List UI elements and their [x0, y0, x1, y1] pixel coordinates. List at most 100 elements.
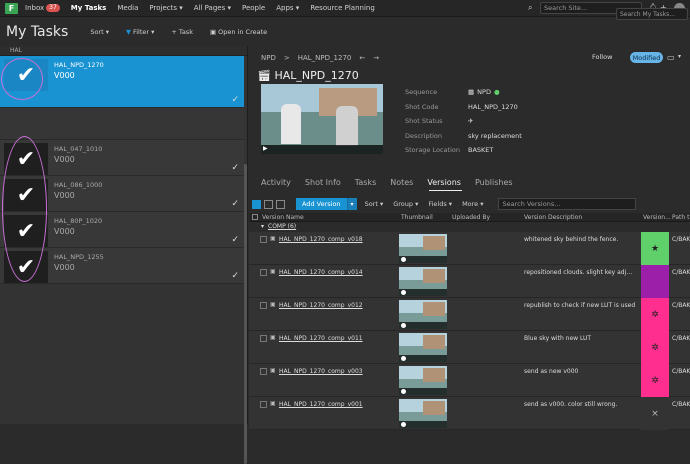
- nav-inbox-label: Inbox: [25, 4, 45, 12]
- versions-more-button[interactable]: More ▾: [462, 200, 483, 208]
- search-icon[interactable]: ⌕: [528, 3, 532, 13]
- col-version-name[interactable]: Version Name: [262, 214, 304, 221]
- col-version-description[interactable]: Version Description: [524, 214, 582, 221]
- nav-resource-planning[interactable]: Resource Planning: [310, 4, 374, 12]
- versions-search-input[interactable]: Search Versions...: [497, 198, 636, 210]
- col-thumbnail[interactable]: Thumbnail: [401, 214, 433, 221]
- col-uploaded-by[interactable]: Uploaded By: [452, 214, 490, 221]
- add-task-button[interactable]: + Task: [171, 28, 193, 36]
- nav-people[interactable]: People: [242, 4, 265, 12]
- play-icon[interactable]: [401, 257, 406, 262]
- breadcrumb-sequence[interactable]: NPD: [261, 54, 276, 62]
- version-thumbnail[interactable]: [399, 366, 447, 395]
- select-all-checkbox[interactable]: [252, 214, 258, 220]
- version-status-cell[interactable]: ×: [641, 397, 669, 430]
- version-thumbnail[interactable]: [399, 300, 447, 329]
- version-status-cell[interactable]: ✲: [641, 298, 669, 331]
- versions-sort-button[interactable]: Sort ▾: [365, 200, 384, 208]
- add-version-menu-icon[interactable]: ▾: [346, 198, 357, 210]
- open-in-create-button[interactable]: ▣ Open in Create: [210, 28, 267, 36]
- task-list-scrollbar[interactable]: [244, 164, 247, 464]
- nav-inbox[interactable]: Inbox 37: [25, 4, 60, 12]
- version-row[interactable]: ▣ HAL_NPD_1270_comp_v012 republish to chec…: [249, 298, 690, 331]
- task-group-header[interactable]: HAL: [0, 46, 247, 56]
- version-thumbnail[interactable]: [399, 234, 447, 263]
- follow-button[interactable]: Follow: [592, 53, 612, 61]
- version-row[interactable]: ▣ HAL_NPD_1270_comp_v011 Blue sky with new…: [249, 331, 690, 364]
- tab-tasks[interactable]: Tasks: [355, 178, 376, 187]
- field-row: Shot Code HAL_NPD_1270: [405, 100, 522, 115]
- sort-button[interactable]: Sort ▾: [90, 28, 109, 36]
- thumbnail-view-icon[interactable]: [276, 199, 285, 209]
- version-name-link[interactable]: HAL_NPD_1270_comp_v014: [279, 269, 363, 276]
- version-thumbnail[interactable]: [399, 333, 447, 362]
- nav-projects[interactable]: Projects ▾: [149, 4, 182, 12]
- tab-publishes[interactable]: Publishes: [475, 178, 513, 187]
- row-checkbox[interactable]: [260, 302, 267, 309]
- field-value[interactable]: ▦ NPD ●: [468, 88, 500, 96]
- versions-fields-button[interactable]: Fields ▾: [428, 200, 452, 208]
- row-checkbox[interactable]: [260, 368, 267, 375]
- page-icon[interactable]: ▭: [667, 53, 675, 62]
- version-name-link[interactable]: HAL_NPD_1270_comp_v018: [279, 236, 363, 243]
- play-icon[interactable]: [401, 389, 406, 394]
- tab-activity[interactable]: Activity: [261, 178, 291, 187]
- tab-versions[interactable]: Versions: [427, 178, 461, 187]
- grid-view-icon[interactable]: [252, 199, 261, 209]
- site-search-placeholder: Search Site...: [544, 4, 588, 12]
- version-name-link[interactable]: HAL_NPD_1270_comp_v003: [279, 368, 363, 375]
- field-value[interactable]: BASKET: [468, 146, 493, 154]
- row-checkbox[interactable]: [260, 401, 267, 408]
- nav-media[interactable]: Media: [117, 4, 138, 12]
- version-row[interactable]: ▣ HAL_NPD_1270_comp_v001 send as v000. col…: [249, 397, 690, 430]
- field-value[interactable]: HAL_NPD_1270: [468, 103, 518, 111]
- field-value[interactable]: sky replacement: [468, 132, 522, 140]
- row-checkbox[interactable]: [260, 269, 267, 276]
- my-tasks-search-input[interactable]: Search My Tasks...: [616, 8, 688, 20]
- add-version-button[interactable]: Add Version: [296, 198, 347, 210]
- nav-my-tasks[interactable]: My Tasks: [71, 4, 107, 12]
- play-icon[interactable]: [401, 422, 406, 427]
- version-row[interactable]: ▣ HAL_NPD_1270_comp_v014 repositioned clou…: [249, 265, 690, 298]
- version-row[interactable]: ▣ HAL_NPD_1270_comp_v003 send as new v000 ✲…: [249, 364, 690, 397]
- list-view-icon[interactable]: [264, 199, 273, 209]
- nav-apps[interactable]: Apps ▾: [276, 4, 299, 12]
- status-icon: ✈: [468, 117, 474, 126]
- task-version: V000: [54, 71, 75, 80]
- version-status-cell[interactable]: ✲: [641, 364, 669, 397]
- version-name-link[interactable]: HAL_NPD_1270_comp_v012: [279, 302, 363, 309]
- col-version-status[interactable]: Version...: [643, 214, 671, 221]
- play-icon[interactable]: ▶: [261, 145, 383, 154]
- play-icon[interactable]: [401, 290, 406, 295]
- field-row: Shot Status ✈: [405, 114, 522, 129]
- chevron-down-icon[interactable]: ▾: [678, 53, 681, 60]
- breadcrumb-shot[interactable]: HAL_NPD_1270: [298, 54, 352, 62]
- version-status-cell[interactable]: ★: [641, 232, 669, 265]
- col-path[interactable]: Path t: [672, 214, 689, 221]
- row-checkbox[interactable]: [260, 335, 267, 342]
- play-icon[interactable]: [401, 323, 406, 328]
- tab-shot-info[interactable]: Shot Info: [305, 178, 341, 187]
- play-icon[interactable]: [401, 356, 406, 361]
- filter-button[interactable]: ▼ Filter ▾: [126, 28, 154, 36]
- version-thumbnail[interactable]: [399, 267, 447, 296]
- next-arrow-icon[interactable]: →: [373, 54, 379, 62]
- collapse-icon[interactable]: ▾: [261, 223, 264, 230]
- version-status-cell[interactable]: ✲: [641, 331, 669, 364]
- shot-preview-player[interactable]: ▶: [261, 84, 383, 154]
- film-icon: 🎬︎: [257, 69, 271, 82]
- nav-all-pages[interactable]: All Pages ▾: [194, 4, 231, 12]
- version-status-cell[interactable]: [641, 265, 669, 298]
- prev-arrow-icon[interactable]: ←: [359, 54, 365, 62]
- version-name-link[interactable]: HAL_NPD_1270_comp_v001: [279, 401, 363, 408]
- app-logo[interactable]: F: [5, 2, 18, 14]
- modified-badge[interactable]: Modified: [630, 52, 663, 63]
- versions-group-button[interactable]: Group ▾: [393, 200, 418, 208]
- tab-notes[interactable]: Notes: [390, 178, 413, 187]
- row-checkbox[interactable]: [260, 236, 267, 243]
- version-row[interactable]: ▣ HAL_NPD_1270_comp_v018 whitened sky behi…: [249, 232, 690, 265]
- version-group-row[interactable]: ▾ COMP (6): [249, 223, 690, 231]
- field-value[interactable]: ✈: [468, 117, 473, 125]
- versions-toolbar: Add Version ▾ Sort ▾ Group ▾ Fields ▾ Mo…: [252, 197, 690, 211]
- version-name-link[interactable]: HAL_NPD_1270_comp_v011: [279, 335, 363, 342]
